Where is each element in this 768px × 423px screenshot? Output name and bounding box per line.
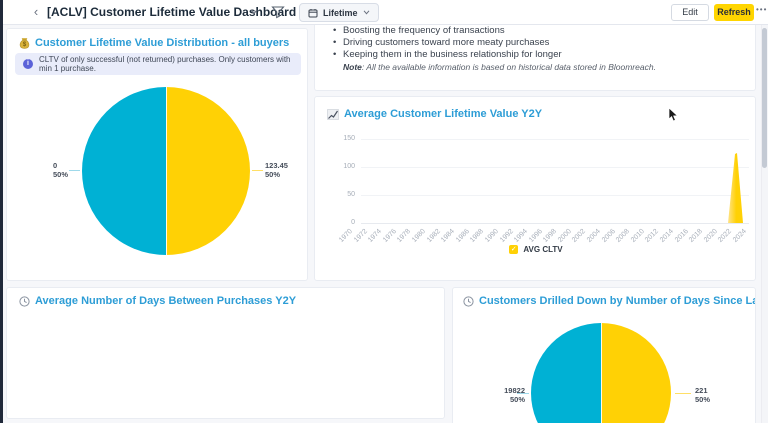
pie-slice-label: 221 50%: [695, 386, 711, 404]
panel-days-between-purchases: Average Number of Days Between Purchases…: [6, 287, 445, 419]
note-text: Note: All the available information is b…: [343, 62, 656, 72]
panel-days-since-last-purchase: Customers Drilled Down by Number of Days…: [452, 287, 756, 423]
panel-title-text: Customers Drilled Down by Number of Days…: [479, 295, 755, 307]
cltv-distribution-pie-chart[interactable]: [82, 87, 250, 255]
info-banner-text: CLTV of only successful (not returned) p…: [39, 55, 291, 73]
chart-legend: ✓ AVG CLTV: [315, 245, 757, 254]
chevron-down-icon: [363, 10, 369, 15]
refresh-button[interactable]: Refresh: [714, 4, 754, 21]
bullet-item: Boosting the frequency of transactions: [333, 25, 755, 37]
more-options-button[interactable]: •••: [756, 5, 767, 14]
calendar-icon: [308, 8, 318, 17]
filter-funnel-icon[interactable]: [271, 5, 287, 20]
bullet-item: Driving customers toward more meaty purc…: [333, 37, 755, 49]
panel-title-text: Customer Lifetime Value Distribution - a…: [35, 37, 290, 49]
clock-icon: [19, 295, 30, 307]
panel-avg-cltv-y2y: Average Customer Lifetime Value Y2Y 150 …: [314, 96, 756, 281]
leader-line: [69, 170, 80, 171]
days-since-purchase-pie-chart[interactable]: [531, 323, 671, 423]
panel-intro-text: Boosting the frequency of transactions D…: [314, 25, 756, 91]
page-title[interactable]: [ACLV] Customer Lifetime Value Dashboard: [47, 5, 296, 19]
header-bar: ‹ [ACLV] Customer Lifetime Value Dashboa…: [3, 0, 768, 25]
pie-slice-label: 19822 50%: [504, 386, 525, 404]
legend-label: AVG CLTV: [523, 245, 563, 254]
sidebar-edge: [0, 0, 3, 423]
edit-button[interactable]: Edit: [671, 4, 709, 21]
title-chevron-down-icon[interactable]: [250, 9, 258, 15]
legend-swatch-checkbox[interactable]: ✓: [509, 245, 519, 254]
mouse-cursor: [668, 107, 680, 123]
leader-line: [675, 393, 691, 394]
pie-slice-label: 123.45 50%: [265, 161, 288, 179]
bullet-item: Keeping them in the business relationshi…: [333, 49, 755, 61]
lifetime-label: Lifetime: [323, 7, 358, 18]
info-banner: i CLTV of only successful (not returned)…: [15, 53, 301, 75]
leader-line: [517, 393, 529, 394]
panel-title-text: Average Number of Days Between Purchases…: [35, 295, 297, 307]
panel-cltv-distribution: $ Customer Lifetime Value Distribution -…: [6, 28, 308, 281]
clock-icon: [463, 295, 474, 307]
info-icon: i: [23, 59, 33, 69]
dashboard-page: ‹ [ACLV] Customer Lifetime Value Dashboa…: [0, 0, 768, 423]
lifetime-dropdown-button[interactable]: Lifetime: [299, 3, 379, 22]
bullet-list: Boosting the frequency of transactions D…: [333, 25, 755, 61]
scrollbar-thumb[interactable]: [762, 28, 767, 168]
back-button[interactable]: ‹: [28, 4, 44, 20]
money-bag-icon: $: [19, 38, 30, 49]
leader-line: [252, 170, 263, 171]
